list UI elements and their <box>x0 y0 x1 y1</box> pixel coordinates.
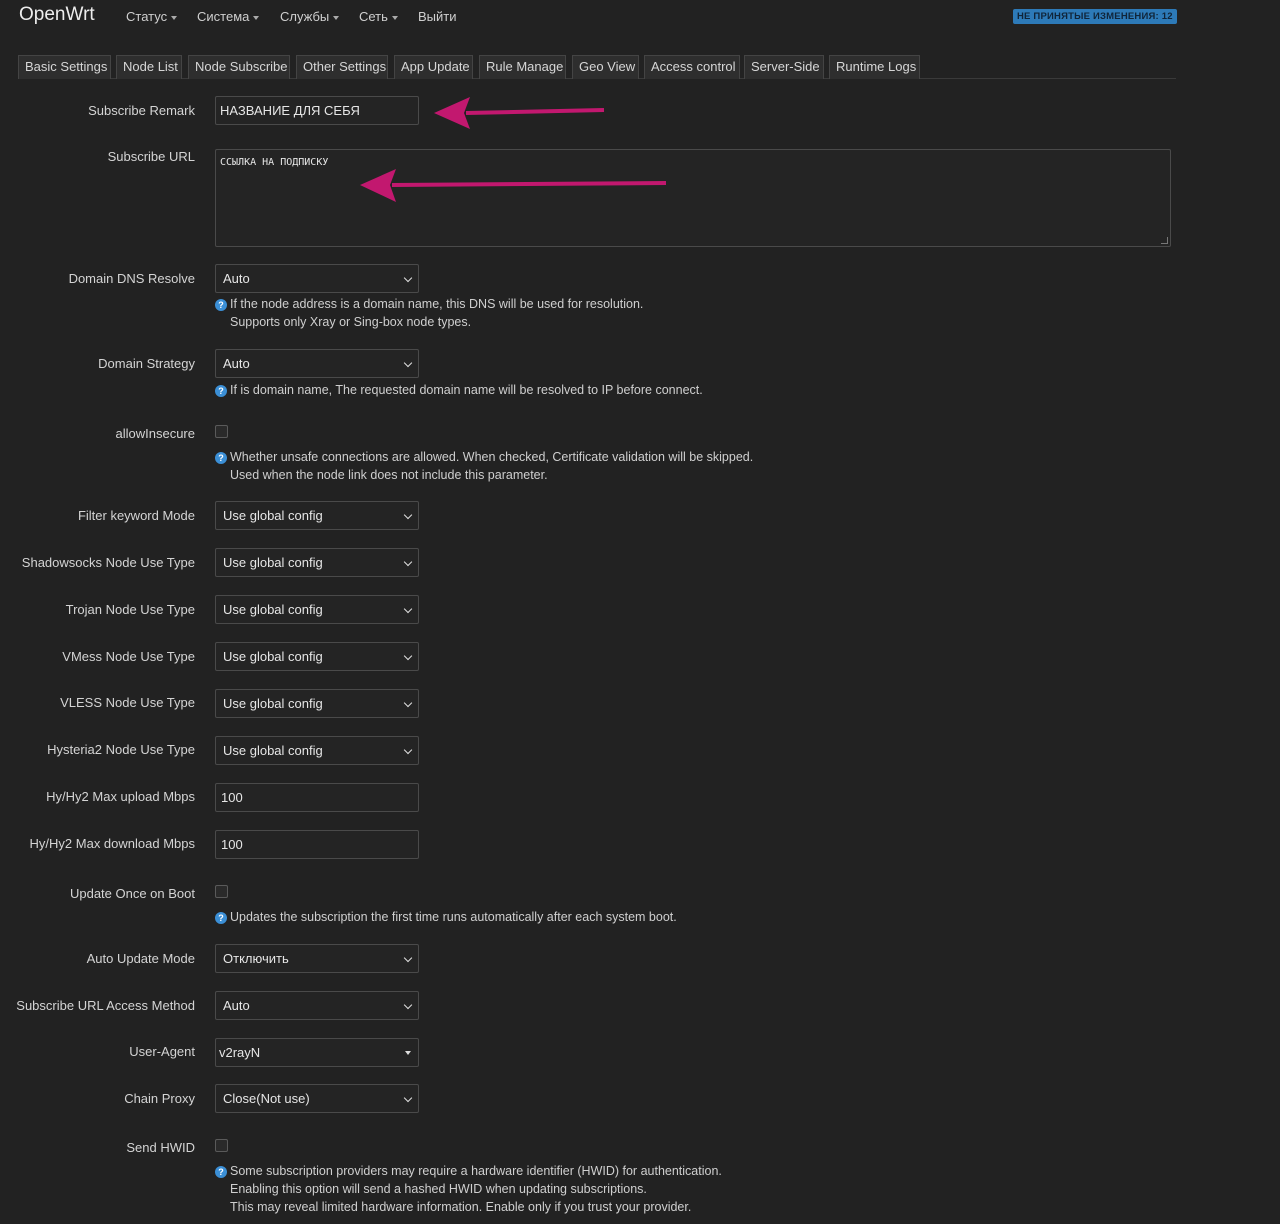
update-on-boot-help: ? Updates the subscription the first time… <box>215 908 677 926</box>
update-on-boot-checkbox[interactable] <box>215 885 228 898</box>
domain-dns-resolve-select[interactable]: Auto <box>215 264 419 293</box>
access-method-label: Subscribe URL Access Method <box>16 998 195 1013</box>
tab-basic-settings[interactable]: Basic Settings <box>18 55 111 79</box>
top-navbar: OpenWrt Статус Система Службы Сеть Выйти… <box>0 0 1280 36</box>
tab-access-control[interactable]: Access control <box>644 55 740 79</box>
help-circle-icon: ? <box>215 299 227 311</box>
hy-max-download-label: Hy/Hy2 Max download Mbps <box>29 836 195 851</box>
trojan-type-select[interactable]: Use global config <box>215 595 419 624</box>
user-agent-combobox[interactable]: v2rayN <box>215 1038 419 1067</box>
annotation-arrow-remark <box>434 97 605 129</box>
trojan-type-label: Trojan Node Use Type <box>65 602 195 617</box>
domain-dns-resolve-help: ? If the node address is a domain name, t… <box>215 295 643 331</box>
chevron-down-icon <box>333 15 340 20</box>
allow-insecure-label: allowInsecure <box>115 426 196 441</box>
chevron-down-icon <box>253 15 260 20</box>
help-circle-icon: ? <box>215 912 227 924</box>
chevron-down-icon <box>403 358 413 368</box>
send-hwid-help: ? Some subscription providers may require… <box>215 1162 722 1216</box>
chevron-down-icon <box>403 698 413 708</box>
send-hwid-checkbox[interactable] <box>215 1139 228 1152</box>
auto-update-mode-label: Auto Update Mode <box>86 951 195 966</box>
allow-insecure-checkbox[interactable] <box>215 425 228 438</box>
tab-bar: Basic Settings Node List Node Subscribe … <box>18 55 1176 79</box>
menu-status[interactable]: Статус <box>126 9 178 24</box>
chevron-down-icon <box>403 1000 413 1010</box>
chevron-down-icon <box>403 745 413 755</box>
help-circle-icon: ? <box>215 385 227 397</box>
help-circle-icon: ? <box>215 452 227 464</box>
hy-max-upload-input[interactable]: 100 <box>215 783 419 812</box>
chevron-down-icon <box>403 510 413 520</box>
domain-strategy-label: Domain Strategy <box>98 356 195 371</box>
chain-proxy-select[interactable]: Close(Not use) <box>215 1084 419 1113</box>
tab-other-settings[interactable]: Other Settings <box>296 55 388 79</box>
menu-logout[interactable]: Выйти <box>418 9 457 24</box>
vless-type-select[interactable]: Use global config <box>215 689 419 718</box>
domain-dns-resolve-label: Domain DNS Resolve <box>68 271 195 286</box>
shadowsocks-type-select[interactable]: Use global config <box>215 548 419 577</box>
hy-max-upload-label: Hy/Hy2 Max upload Mbps <box>46 789 195 804</box>
resize-handle-icon[interactable] <box>1161 237 1168 244</box>
chevron-down-icon <box>391 15 398 20</box>
auto-update-mode-select[interactable]: Отключить <box>215 944 419 973</box>
subscribe-remark-input[interactable]: НАЗВАНИЕ ДЛЯ СЕБЯ <box>215 96 419 125</box>
chevron-down-icon <box>171 15 178 20</box>
update-on-boot-label: Update Once on Boot <box>69 886 195 901</box>
vmess-type-label: VMess Node Use Type <box>62 649 195 664</box>
allow-insecure-help: ? Whether unsafe connections are allowed.… <box>215 448 753 484</box>
tab-node-subscribe[interactable]: Node Subscribe <box>188 55 290 79</box>
chevron-down-icon <box>403 953 413 963</box>
vless-type-label: VLESS Node Use Type <box>60 695 195 710</box>
chevron-down-icon <box>403 273 413 283</box>
vmess-type-select[interactable]: Use global config <box>215 642 419 671</box>
subscribe-url-text: ССЫЛКА НА ПОДПИСКУ <box>220 157 329 168</box>
filter-keyword-mode-label: Filter keyword Mode <box>77 508 195 523</box>
chain-proxy-label: Chain Proxy <box>124 1091 195 1106</box>
shadowsocks-type-label: Shadowsocks Node Use Type <box>21 555 195 570</box>
tab-server-side[interactable]: Server-Side <box>744 55 824 79</box>
hysteria2-type-label: Hysteria2 Node Use Type <box>47 742 195 757</box>
unsaved-changes-badge[interactable]: НЕ ПРИНЯТЫЕ ИЗМЕНЕНИЯ: 12 <box>1013 9 1177 24</box>
tab-geo-view[interactable]: Geo View <box>572 55 639 79</box>
tab-rule-manage[interactable]: Rule Manage <box>479 55 566 79</box>
menu-services[interactable]: Службы <box>280 9 340 24</box>
tab-node-list[interactable]: Node List <box>116 55 182 79</box>
chevron-down-icon <box>403 557 413 567</box>
hy-max-download-input[interactable]: 100 <box>215 830 419 859</box>
domain-strategy-help: ? If is domain name, The requested domain… <box>215 381 703 399</box>
user-agent-label: User-Agent <box>129 1044 195 1059</box>
subscribe-remark-label: Subscribe Remark <box>88 103 195 118</box>
chevron-down-icon <box>403 1093 413 1103</box>
brand-logo[interactable]: OpenWrt <box>19 4 95 26</box>
access-method-select[interactable]: Auto <box>215 991 419 1020</box>
chevron-down-icon <box>403 651 413 661</box>
subscribe-url-label: Subscribe URL <box>107 149 195 164</box>
menu-network[interactable]: Сеть <box>359 9 398 24</box>
chevron-down-icon <box>403 604 413 614</box>
filter-keyword-mode-select[interactable]: Use global config <box>215 501 419 530</box>
tab-runtime-logs[interactable]: Runtime Logs <box>829 55 920 79</box>
hysteria2-type-select[interactable]: Use global config <box>215 736 419 765</box>
domain-strategy-select[interactable]: Auto <box>215 349 419 378</box>
annotation-arrow-url <box>360 169 667 202</box>
caret-down-icon <box>405 1051 411 1055</box>
help-circle-icon: ? <box>215 1166 227 1178</box>
menu-system[interactable]: Система <box>197 9 260 24</box>
send-hwid-label: Send HWID <box>126 1140 195 1155</box>
tab-app-update[interactable]: App Update <box>394 55 473 79</box>
